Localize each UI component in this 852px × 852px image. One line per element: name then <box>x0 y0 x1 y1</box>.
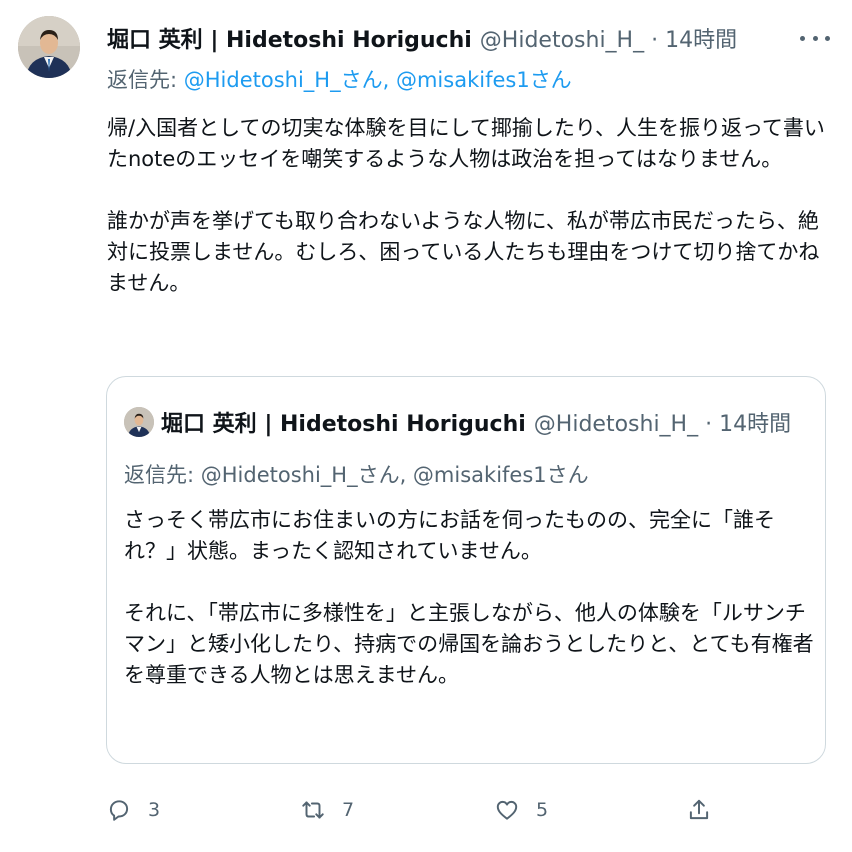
reply-button[interactable]: 3 <box>106 792 160 828</box>
tweet-paragraph: 誰かが声を挙げても取り合わないような人物に、私が帯広市民だったら、絶対に投票しま… <box>107 209 820 295</box>
quoted-text: さっそく帯広市にお住まいの方にお話を伺ったものの、完全に「誰それ？」状態。まった… <box>124 505 814 691</box>
reply-count: 3 <box>148 799 161 821</box>
retweet-icon <box>302 801 324 819</box>
more-icon[interactable] <box>800 26 830 50</box>
tweet-text: 帰/入国者としての切実な体験を目にして揶揄したり、人生を振り返って書いたnote… <box>107 113 827 299</box>
quoted-avatar-image <box>124 407 154 437</box>
quoted-replying-to: 返信先: @Hidetoshi_H_さん, @misakifes1さん <box>124 463 589 487</box>
like-icon <box>496 800 518 820</box>
action-bar: 3 7 5 <box>106 792 726 828</box>
share-button[interactable] <box>686 792 712 828</box>
tweet[interactable]: 堀口 英利 | Hidetoshi Horiguchi @Hidetoshi_H… <box>0 0 852 852</box>
quoted-tweet[interactable]: 堀口 英利 | Hidetoshi Horiguchi @Hidetoshi_H… <box>106 376 826 764</box>
like-button[interactable]: 5 <box>494 792 548 828</box>
avatar-image <box>18 16 80 78</box>
replying-prefix: 返信先: <box>107 68 184 92</box>
reply-icon <box>109 800 129 821</box>
tweet-paragraph: 帰/入国者としての切実な体験を目にして揶揄したり、人生を振り返って書いたnote… <box>107 116 825 171</box>
quoted-paragraph: さっそく帯広市にお住まいの方にお話を伺ったものの、完全に「誰それ？」状態。まった… <box>124 508 775 563</box>
tweet-header: 堀口 英利 | Hidetoshi Horiguchi @Hidetoshi_H… <box>107 18 832 58</box>
mention-link-2[interactable]: @misakifes1 <box>396 68 530 92</box>
avatar[interactable] <box>18 16 80 78</box>
retweet-button[interactable]: 7 <box>300 792 354 828</box>
quoted-author-name: 堀口 英利 | Hidetoshi Horiguchi <box>161 412 526 437</box>
author-name[interactable]: 堀口 英利 | Hidetoshi Horiguchi <box>107 22 472 54</box>
mention-separator: さん, <box>340 68 396 92</box>
quoted-avatar <box>124 407 154 437</box>
quoted-handle-time: @Hidetoshi_H_ · 14時間 <box>533 412 792 437</box>
quoted-header: 堀口 英利 | Hidetoshi Horiguchi @Hidetoshi_H… <box>161 405 791 439</box>
mention-suffix: さん <box>529 68 572 92</box>
quoted-paragraph: それに、「帯広市に多様性を」と主張しながら、他人の体験を「ルサンチマン」と矮小化… <box>124 601 814 687</box>
replying-to: 返信先: @Hidetoshi_H_さん, @misakifes1さん <box>107 64 572 94</box>
share-icon <box>689 799 709 820</box>
like-count: 5 <box>536 799 549 821</box>
author-handle-time[interactable]: @Hidetoshi_H_ · 14時間 <box>480 22 737 54</box>
retweet-count: 7 <box>342 799 355 821</box>
mention-link-1[interactable]: @Hidetoshi_H_ <box>184 68 341 92</box>
